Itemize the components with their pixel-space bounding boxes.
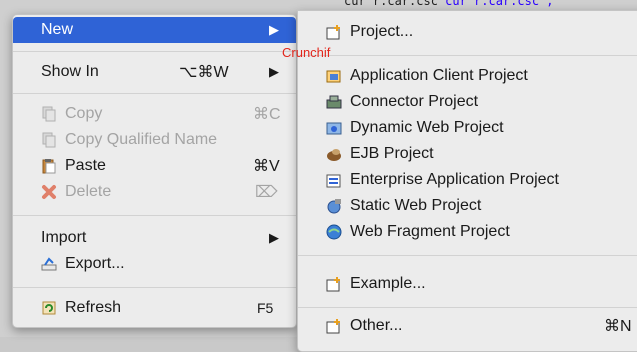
menu-separator (13, 215, 296, 216)
copy-qualified-icon (42, 132, 56, 148)
menu-item-label: Example... (350, 275, 426, 292)
submenu-item-dynamic-web-project[interactable]: Dynamic Web Project (298, 115, 637, 141)
code-text: cur r.car.csc (344, 0, 438, 8)
submenu-item-application-client-project[interactable]: Application Client Project (298, 63, 637, 89)
menu-item-label: EJB Project (350, 145, 434, 162)
menu-item-label: Connector Project (350, 93, 479, 110)
submenu-item-static-web-project[interactable]: Static Web Project (298, 193, 637, 219)
menu-item-copy-qualified-name[interactable]: Copy Qualified Name (13, 127, 296, 153)
menu-separator (298, 255, 637, 256)
menu-item-label: Dynamic Web Project (350, 119, 504, 136)
menu-item-paste[interactable]: Paste ⌘V (13, 153, 296, 179)
submenu-item-web-fragment-project[interactable]: Web Fragment Project (298, 219, 637, 245)
menu-item-label: Copy (65, 105, 103, 122)
menu-item-label: Copy Qualified Name (65, 131, 218, 148)
shortcut-label: ⌘C (253, 106, 281, 123)
enterprise-application-project-icon (326, 174, 341, 188)
application-client-project-icon (326, 70, 341, 83)
menu-item-refresh[interactable]: Refresh F5 (13, 295, 296, 321)
submenu-item-other[interactable]: Other... ⌘N (298, 313, 637, 339)
menu-item-delete[interactable]: Delete ⌦ (13, 179, 296, 205)
menu-item-label: Enterprise Application Project (350, 171, 559, 188)
shortcut-label: ⌘V (253, 158, 280, 175)
menu-item-new[interactable]: New ▶ (13, 17, 296, 43)
web-fragment-project-icon (326, 224, 342, 240)
menu-item-label: Other... (350, 317, 403, 334)
paste-icon (42, 159, 56, 174)
shortcut-label: ⌘N (604, 318, 632, 335)
ejb-project-icon (327, 149, 341, 161)
menu-item-label: Export... (65, 255, 125, 272)
menu-item-import[interactable]: Import ▶ (13, 225, 296, 251)
menu-item-label: Show In (41, 63, 99, 80)
menu-item-copy[interactable]: Copy ⌘C (13, 101, 296, 127)
menu-item-label: Paste (65, 157, 106, 174)
shortcut-label: ⌦ (255, 184, 278, 201)
shortcut-label: F5 (257, 300, 274, 316)
menu-item-label: Import (41, 229, 87, 246)
code-string: cur r.car.csc ; (445, 0, 554, 8)
connector-project-icon (326, 95, 342, 109)
menu-item-label: Static Web Project (350, 197, 482, 214)
submenu-item-project[interactable]: Project... (298, 19, 637, 45)
menu-separator (298, 55, 637, 56)
submenu-arrow-icon: ▶ (269, 22, 279, 37)
menu-item-label: Web Fragment Project (350, 223, 510, 240)
submenu-item-enterprise-application-project[interactable]: Enterprise Application Project (298, 167, 637, 193)
copy-icon (42, 106, 56, 122)
menu-separator (13, 93, 296, 94)
menu-separator (13, 287, 296, 288)
new-other-icon (326, 319, 340, 334)
new-example-icon (326, 277, 340, 292)
refresh-icon (42, 301, 56, 315)
menu-item-label: Application Client Project (350, 67, 528, 84)
submenu-item-ejb-project[interactable]: EJB Project (298, 141, 637, 167)
export-icon (41, 257, 57, 271)
dynamic-web-project-icon (326, 122, 342, 135)
submenu-arrow-icon: ▶ (269, 64, 279, 79)
crunchify-watermark: Crunchif (282, 45, 331, 60)
editor-code-line: cur r.car.csc cur r.car.csc ; (344, 0, 554, 8)
static-web-project-icon (327, 199, 341, 214)
menu-item-export[interactable]: Export... (13, 251, 296, 277)
new-project-icon (326, 25, 340, 40)
context-menu: New ▶ Show In ⌥⌘W ▶ Copy ⌘C Copy Qualifi… (12, 14, 297, 328)
submenu-item-connector-project[interactable]: Connector Project (298, 89, 637, 115)
menu-item-label: Refresh (65, 299, 122, 316)
new-submenu: Project... Application Client Project Co… (297, 10, 637, 352)
menu-separator (13, 51, 296, 52)
submenu-arrow-icon: ▶ (269, 230, 279, 245)
menu-item-label: Project... (350, 23, 414, 40)
submenu-item-example[interactable]: Example... (298, 271, 637, 297)
shortcut-label: ⌥⌘W (179, 64, 229, 81)
menu-item-show-in[interactable]: Show In ⌥⌘W ▶ (13, 59, 296, 85)
delete-icon (42, 185, 56, 199)
menu-item-label: New (41, 21, 74, 38)
menu-separator (298, 307, 637, 308)
menu-item-label: Delete (65, 183, 112, 200)
